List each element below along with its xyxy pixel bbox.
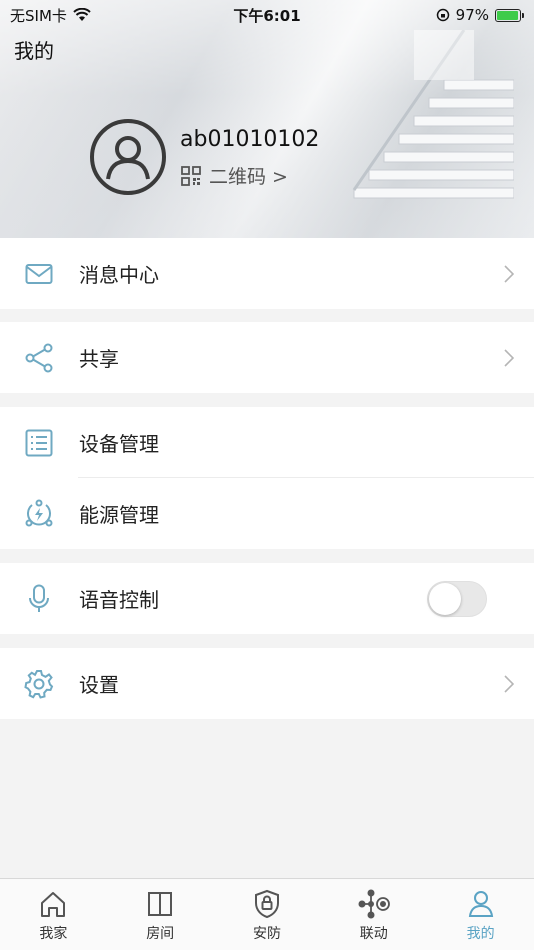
menu-item-label: 设置 (79, 673, 119, 697)
tab-security[interactable]: 安防 (214, 879, 321, 950)
tab-label: 安防 (252, 926, 281, 942)
profile-header: 无SIM卡 下午6:01 97% 我的 ab01010102 二维码 > (0, 0, 534, 238)
menu-item-settings[interactable]: 设置 (0, 648, 534, 719)
menu-group-share: 共享 (0, 322, 534, 393)
tab-mine[interactable]: 我的 (427, 879, 534, 950)
tab-rooms[interactable]: 房间 (107, 879, 214, 950)
menu-item-energy[interactable]: 能源管理 (0, 478, 534, 549)
username: ab01010102 (180, 127, 320, 152)
energy-icon (24, 499, 54, 529)
menu-group-messages: 消息中心 (0, 238, 534, 309)
status-bar: 无SIM卡 下午6:01 97% (0, 0, 534, 30)
share-icon (24, 343, 54, 373)
tab-label: 房间 (146, 926, 175, 942)
menu-item-label: 共享 (79, 347, 119, 371)
microphone-icon (24, 584, 54, 614)
shield-lock-icon (254, 889, 279, 919)
menu-item-label: 设备管理 (79, 432, 159, 456)
tab-label: 我家 (39, 926, 68, 942)
orientation-lock-icon (436, 8, 449, 22)
list-icon (24, 428, 54, 458)
menu-item-label: 能源管理 (79, 503, 159, 527)
chevron-right-icon (504, 264, 514, 283)
gear-icon (24, 669, 54, 699)
page-title: 我的 (14, 39, 54, 63)
tab-linkage[interactable]: 联动 (320, 879, 427, 950)
qr-code-icon (181, 165, 201, 186)
avatar[interactable] (90, 119, 166, 195)
battery-icon (495, 8, 524, 22)
voice-control-toggle[interactable] (427, 580, 487, 617)
chevron-right-icon (504, 674, 514, 693)
menu-item-devices[interactable]: 设备管理 (0, 407, 534, 478)
background-staircase-image (352, 30, 514, 199)
mail-icon (24, 259, 54, 289)
wifi-icon (73, 8, 91, 21)
menu-item-share[interactable]: 共享 (0, 322, 534, 393)
qr-code-label: 二维码 > (209, 166, 288, 188)
tab-label: 联动 (359, 926, 388, 942)
door-icon (148, 892, 173, 916)
menu-group-voice: 语音控制 (0, 563, 534, 634)
qr-code-link[interactable]: 二维码 > (181, 162, 288, 189)
menu-group-settings: 设置 (0, 648, 534, 719)
carrier-label: 无SIM卡 (10, 6, 67, 25)
user-avatar-icon (106, 136, 150, 180)
menu-item-label: 语音控制 (79, 588, 159, 612)
toggle-knob (429, 582, 461, 615)
tab-bar: 我家 房间 安防 联动 我的 (0, 878, 534, 950)
linkage-icon (358, 889, 390, 919)
tab-home[interactable]: 我家 (0, 879, 107, 950)
menu-item-messages[interactable]: 消息中心 (0, 238, 534, 309)
tab-label: 我的 (466, 926, 495, 942)
user-icon (468, 891, 493, 917)
menu-item-voice: 语音控制 (0, 563, 534, 634)
chevron-right-icon (504, 348, 514, 367)
menu-group-management: 设备管理 能源管理 (0, 407, 534, 549)
menu-item-label: 消息中心 (79, 263, 159, 287)
home-icon (41, 892, 66, 917)
battery-percent: 97% (455, 6, 489, 24)
